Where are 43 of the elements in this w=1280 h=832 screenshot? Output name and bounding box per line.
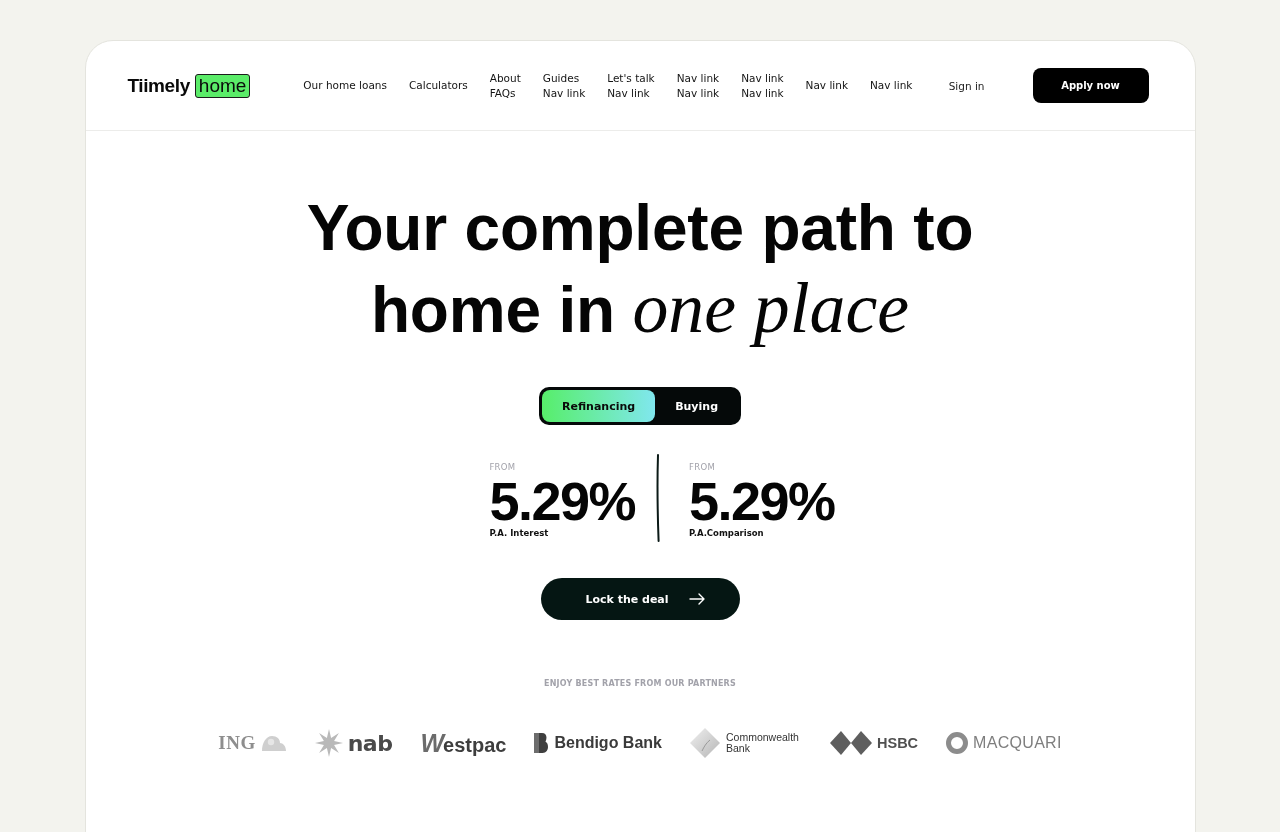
twin-diamond-icon xyxy=(830,731,872,755)
rate-caption: P.A.Comparison xyxy=(689,527,765,539)
partners-heading: ENJOY BEST RATES FROM OUR PARTNERS xyxy=(544,679,736,689)
nav-link[interactable]: Nav link xyxy=(542,86,586,100)
partner-logo-text: Westpac xyxy=(420,728,507,758)
nav-link[interactable]: Guides xyxy=(542,71,580,85)
partner-logo-text: MACQUARI xyxy=(973,734,1062,752)
nav-link[interactable]: About xyxy=(489,71,521,85)
nav-link[interactable]: Nav link xyxy=(676,71,720,85)
nav-link[interactable]: Our home loans xyxy=(303,79,387,92)
logo-wordmark[interactable]: Tiimely xyxy=(127,74,190,97)
partner-logo-text: Bendigo Bank xyxy=(554,734,662,752)
rate-value: 5.29% xyxy=(489,478,635,524)
nav-link[interactable]: Nav link xyxy=(741,86,784,100)
rate-value: 5.29% xyxy=(689,478,835,524)
sign-in-link[interactable]: Sign in xyxy=(948,79,985,92)
rate-prefix: FROM xyxy=(689,462,717,472)
nav-link[interactable]: Let's talk xyxy=(607,71,655,85)
emblem-icon xyxy=(260,734,287,752)
rate-caption: P.A. Interest xyxy=(489,527,550,539)
toggle-option[interactable]: Buying xyxy=(655,390,738,422)
nav-link[interactable]: Nav link xyxy=(870,79,913,92)
apply-now-button[interactable]: Apply now xyxy=(1032,68,1149,103)
nav-link[interactable]: Nav link xyxy=(805,79,848,92)
nav-link[interactable]: FAQs xyxy=(489,86,516,100)
partner-logo-text: HSBC xyxy=(877,735,919,751)
rate-prefix: FROM xyxy=(489,462,517,472)
lock-the-deal-button[interactable]: Lock the deal xyxy=(540,578,740,620)
b-mark-icon xyxy=(534,733,550,753)
nav-link[interactable]: Calculators xyxy=(408,79,468,92)
partner-logo-text: Commonwealth Bank xyxy=(726,732,800,754)
partner-logo-text: ING xyxy=(218,732,256,754)
logo-badge[interactable]: home xyxy=(194,73,251,98)
toggle-option[interactable]: Refinancing xyxy=(541,390,656,422)
nav-link[interactable]: Nav link xyxy=(607,86,650,100)
ring-icon xyxy=(946,732,969,754)
nav-link[interactable]: Nav link xyxy=(676,86,720,100)
nav-link[interactable]: Nav link xyxy=(741,71,784,85)
star-icon xyxy=(314,729,343,757)
hero-heading: Your complete path to home in one place xyxy=(305,191,975,350)
diamond-icon xyxy=(690,728,720,758)
partner-logo-text: nab xyxy=(347,730,393,756)
arrow-right-icon xyxy=(688,593,705,605)
